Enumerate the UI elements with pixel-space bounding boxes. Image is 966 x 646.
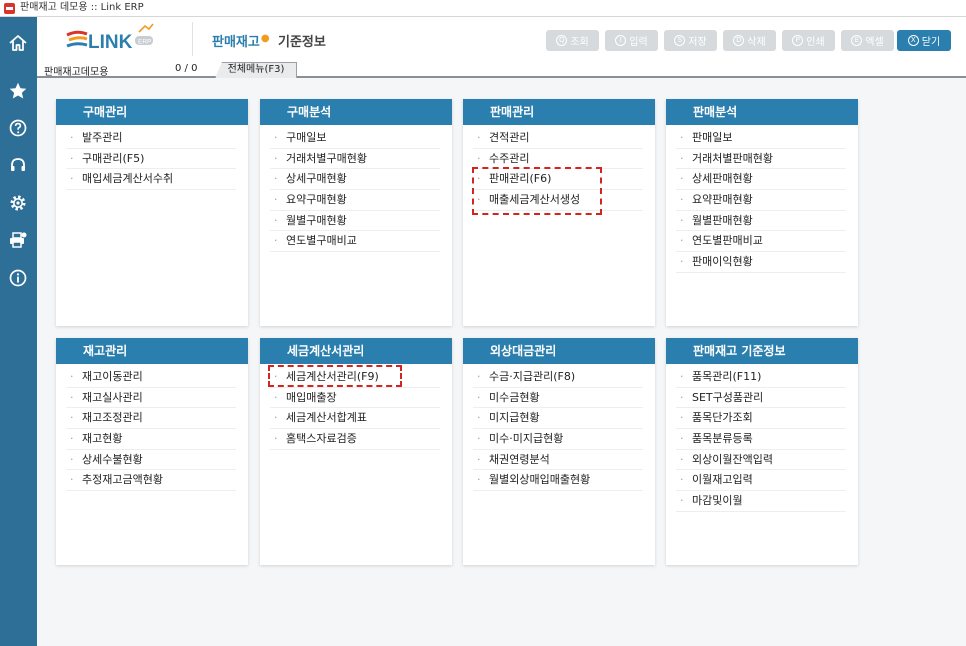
close-button[interactable]: X 닫기 [897, 30, 951, 51]
card-purchase-analysis: 구매분석 구매일보 거래처별구매현황 상세구매현황 요약구매현황 월별구매현황 … [260, 99, 452, 326]
window-title: 판매재고 데모용 :: Link ERP [20, 2, 144, 13]
link-erp-logo: LINK ERP [66, 23, 154, 53]
card-purchase-management: 구매관리 발주관리 구매관리(F5) 매입세금계산서수취 [56, 99, 248, 326]
menu-item[interactable]: 월별구매현황 [270, 211, 440, 232]
menu-item[interactable]: 월별판매현황 [676, 211, 846, 232]
app-icon [4, 3, 15, 14]
gear-icon[interactable] [4, 189, 32, 217]
menu-item[interactable]: 거래처별판매현황 [676, 149, 846, 170]
menu-item[interactable]: 세금계산서관리(F9) [270, 367, 440, 388]
menu-item[interactable]: 마감및이월 [676, 491, 846, 512]
menu-grid: 구매관리 발주관리 구매관리(F5) 매입세금계산서수취 구매분석 구매일보 거… [37, 80, 966, 646]
menu-item[interactable]: 거래처별구매현황 [270, 149, 440, 170]
star-icon[interactable] [4, 77, 32, 105]
card-title: 구매관리 [56, 99, 248, 125]
card-base-info: 판매재고 기준정보 품목관리(F11) SET구성품관리 품목단가조회 품목분류… [666, 338, 858, 565]
menu-item[interactable]: 품목단가조회 [676, 408, 846, 430]
delete-icon: D [733, 35, 745, 46]
save-icon: S [674, 35, 686, 46]
menu-item[interactable]: 상세판매현황 [676, 169, 846, 191]
menu-item[interactable]: 요약구매현황 [270, 190, 440, 211]
menu-tabstrip: 판매재고데모용 0 / 0 전체메뉴(F3) [37, 61, 966, 78]
print-button[interactable]: P 인쇄 [782, 30, 835, 51]
input-button[interactable]: I 입력 [605, 30, 658, 51]
sidebar [0, 17, 37, 646]
menu-item[interactable]: 구매일보 [270, 128, 440, 149]
menu-item[interactable]: 월별외상매입매출현황 [473, 470, 643, 492]
company-label: 판매재고데모용 [44, 67, 109, 78]
card-title: 판매관리 [463, 99, 655, 125]
menu-item[interactable]: 미수금현황 [473, 388, 643, 409]
menu-item[interactable]: 품목관리(F11) [676, 367, 846, 388]
input-icon: I [615, 35, 627, 46]
card-title: 판매재고 기준정보 [666, 338, 858, 364]
menu-item[interactable]: 견적관리 [473, 128, 643, 149]
menu-item[interactable]: 판매이익현황 [676, 252, 846, 273]
menu-item[interactable]: 수금·지급관리(F8) [473, 367, 643, 388]
menu-item[interactable]: 상세구매현황 [270, 169, 440, 191]
close-icon: X [907, 35, 919, 46]
print-icon: P [792, 35, 804, 46]
menu-item[interactable]: 요약판매현황 [676, 190, 846, 211]
excel-icon: E [851, 35, 863, 46]
menu-item[interactable]: 매출세금계산서생성 [473, 190, 643, 211]
menu-item[interactable]: 추정재고금액현황 [66, 470, 236, 492]
menu-item[interactable]: 매입세금계산서수취 [66, 169, 236, 191]
header-divider [192, 22, 193, 56]
menu-item[interactable]: 재고실사관리 [66, 388, 236, 409]
card-inventory-management: 재고관리 재고이동관리 재고실사관리 재고조정관리 재고현황 상세수불현황 추정… [56, 338, 248, 565]
card-sales-analysis: 판매분석 판매일보 거래처별판매현황 상세판매현황 요약판매현황 월별판매현황 … [666, 99, 858, 326]
home-icon[interactable] [4, 29, 32, 57]
save-button[interactable]: S 저장 [664, 30, 717, 51]
menu-item[interactable]: 발주관리 [66, 128, 236, 149]
menu-item[interactable]: 재고현황 [66, 429, 236, 450]
excel-button[interactable]: E 엑셀 [841, 30, 894, 51]
delete-button[interactable]: D 삭제 [723, 30, 776, 51]
card-sales-management: 판매관리 견적관리 수주관리 판매관리(F6) 매출세금계산서생성 [463, 99, 655, 326]
menu-item[interactable]: SET구성품관리 [676, 388, 846, 409]
help-icon[interactable] [4, 114, 32, 142]
printer-icon[interactable] [4, 226, 32, 254]
tab-base-info[interactable]: 기준정보 [278, 31, 326, 50]
menu-item[interactable]: 연도별판매비교 [676, 231, 846, 253]
menu-item[interactable]: 품목분류등록 [676, 429, 846, 450]
logo-badge: ERP [138, 39, 151, 46]
card-title: 세금계산서관리 [260, 338, 452, 364]
tab-sales-inventory[interactable]: 판매재고● [212, 31, 270, 50]
headset-icon[interactable] [4, 151, 32, 179]
menu-item[interactable]: 채권연령분석 [473, 450, 643, 471]
card-title: 구매분석 [260, 99, 452, 125]
card-title: 외상대금관리 [463, 338, 655, 364]
menu-item[interactable]: 세금계산서합계표 [270, 408, 440, 430]
menu-item[interactable]: 재고이동관리 [66, 367, 236, 388]
card-title: 판매분석 [666, 99, 858, 125]
tab-counter: 0 / 0 [175, 63, 198, 74]
menu-item[interactable]: 상세수불현황 [66, 450, 236, 471]
menu-item[interactable]: 이월재고입력 [676, 470, 846, 492]
card-tax-invoice-management: 세금계산서관리 세금계산서관리(F9) 매입매출장 세금계산서합계표 홈택스자료… [260, 338, 452, 565]
app-header: LINK ERP 판매재고● 기준정보 Q 조회 I 입력 S 저장 D 삭제 P 인쇄 … [37, 17, 966, 61]
menu-item[interactable]: 연도별구매비교 [270, 231, 440, 253]
query-button[interactable]: Q 조회 [546, 30, 599, 51]
menu-item[interactable]: 수주관리 [473, 149, 643, 170]
menu-item[interactable]: 홈택스자료검증 [270, 429, 440, 450]
menu-item[interactable]: 판매일보 [676, 128, 846, 149]
all-menu-tab[interactable]: 전체메뉴(F3) [215, 62, 297, 78]
query-icon: Q [556, 35, 568, 46]
card-receivables-management: 외상대금관리 수금·지급관리(F8) 미수금현황 미지급현황 미수·미지급현황 … [463, 338, 655, 565]
menu-item[interactable]: 판매관리(F6) [473, 169, 643, 191]
window-titlebar: 판매재고 데모용 :: Link ERP [0, 0, 966, 17]
info-icon[interactable] [4, 264, 32, 292]
card-title: 재고관리 [56, 338, 248, 364]
menu-item[interactable]: 구매관리(F5) [66, 149, 236, 170]
logo-text: LINK [88, 32, 133, 53]
menu-item[interactable]: 재고조정관리 [66, 408, 236, 430]
menu-item[interactable]: 외상이월잔액입력 [676, 450, 846, 471]
menu-item[interactable]: 매입매출장 [270, 388, 440, 409]
menu-item[interactable]: 미수·미지급현황 [473, 429, 643, 450]
menu-item[interactable]: 미지급현황 [473, 408, 643, 430]
